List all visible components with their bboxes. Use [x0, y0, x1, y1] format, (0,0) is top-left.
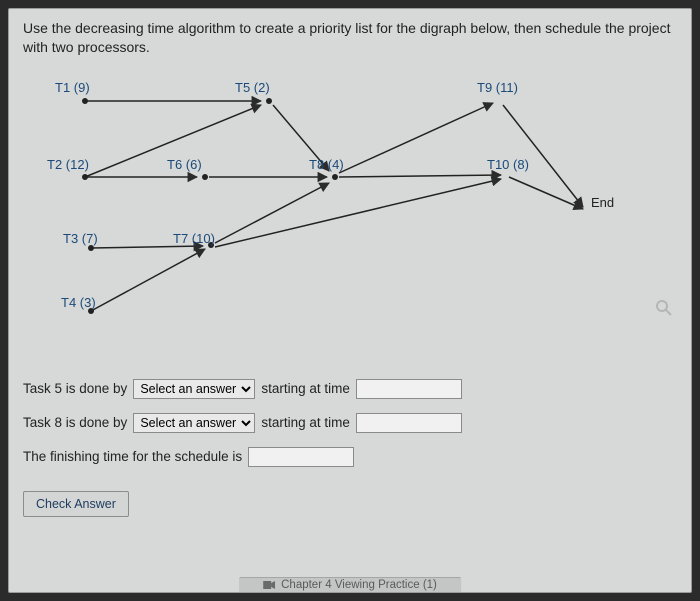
- q3-text: The finishing time for the schedule is: [23, 449, 242, 464]
- q2-text-a: Task 8 is done by: [23, 415, 127, 430]
- q2-time-input[interactable]: [356, 413, 462, 433]
- magnifier-icon: [655, 299, 673, 322]
- digraph-svg: [23, 65, 677, 365]
- digraph: T1 (9) T2 (12) T3 (7) T4 (3) T5 (2) T6 (…: [23, 65, 677, 365]
- video-icon: [263, 580, 275, 590]
- q2-processor-select[interactable]: Select an answer: [133, 413, 255, 433]
- footer-tab: Chapter 4 Viewing Practice (1): [239, 577, 461, 592]
- footer-text: Chapter 4 Viewing Practice (1): [281, 579, 437, 591]
- question-finish: The finishing time for the schedule is: [23, 447, 677, 467]
- q1-processor-select[interactable]: Select an answer: [133, 379, 255, 399]
- q1-text-a: Task 5 is done by: [23, 381, 127, 396]
- q1-time-input[interactable]: [356, 379, 462, 399]
- question-task5: Task 5 is done by Select an answer start…: [23, 379, 677, 399]
- q3-time-input[interactable]: [248, 447, 354, 467]
- q2-text-b: starting at time: [261, 415, 350, 430]
- question-task8: Task 8 is done by Select an answer start…: [23, 413, 677, 433]
- check-answer-button[interactable]: Check Answer: [23, 491, 129, 517]
- question-prompt: Use the decreasing time algorithm to cre…: [23, 19, 677, 57]
- q1-text-b: starting at time: [261, 381, 350, 396]
